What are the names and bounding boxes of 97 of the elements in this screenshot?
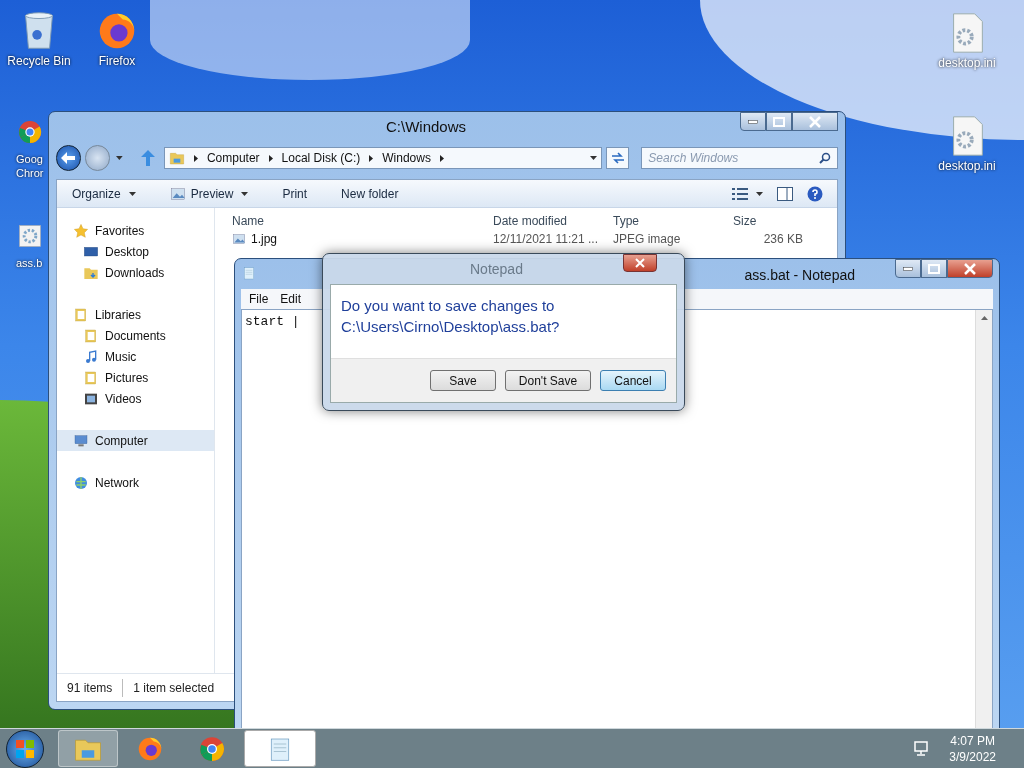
arrow-up-icon: [141, 150, 156, 166]
close-button[interactable]: [623, 254, 657, 272]
close-button[interactable]: [792, 112, 838, 131]
pane-icon: [777, 186, 793, 201]
dialog-title: Notepad: [470, 259, 523, 279]
arrow-left-icon: [61, 152, 76, 164]
folder-icon: [168, 150, 185, 166]
globe-icon: [73, 474, 89, 491]
caret-icon: [590, 156, 598, 160]
windows-logo-icon: [16, 739, 34, 758]
dialog-message: Do you want to save changes to C:\Users\Cirno\Desktop\ass.bat?: [340, 296, 561, 337]
list-view-icon: [732, 187, 748, 200]
sidebar-item[interactable]: Pictures: [57, 367, 214, 388]
desktop-icon-label[interactable]: Recycle Bin: [7, 54, 71, 68]
sidebar-item[interactable]: Downloads: [57, 262, 214, 283]
computer-icon: [73, 432, 89, 449]
column-header[interactable]: Size: [733, 212, 803, 230]
notepad-icon: [241, 265, 257, 281]
table-cell-text: JPEG image: [613, 231, 682, 248]
address-bar[interactable]: Computer Local Disk (C:) Windows: [163, 147, 603, 169]
chevron-right-icon: [193, 154, 198, 162]
chevron-right-icon: [369, 154, 374, 162]
sidebar-item[interactable]: Music: [57, 346, 214, 367]
maximize-icon: [925, 261, 943, 276]
back-button[interactable]: [56, 145, 81, 171]
column-header[interactable]: Date modified: [493, 212, 613, 230]
table-cell-text: 1.jpg: [251, 231, 278, 248]
sidebar-item[interactable]: Documents: [57, 325, 214, 346]
table-cell-text: 12/11/2021 11:21 ...: [493, 231, 599, 248]
breadcrumb-item[interactable]: Computer: [206, 149, 260, 167]
maximize-icon: [770, 114, 788, 129]
caret-icon: [756, 191, 763, 196]
dialog-button[interactable]: Cancel: [600, 370, 666, 391]
chrome-icon: [16, 118, 44, 146]
minimize-button[interactable]: [740, 112, 766, 131]
breadcrumb-item[interactable]: Windows: [382, 149, 431, 167]
sidebar-item[interactable]: Favorites: [57, 220, 214, 241]
table-cell-text: 236 KB: [762, 231, 803, 248]
library-icon: [73, 306, 89, 323]
library-icon: [83, 327, 99, 344]
search-icon: [819, 152, 831, 164]
search-field[interactable]: Search Windows: [648, 149, 819, 167]
close-icon: [635, 258, 645, 268]
toolbar-button[interactable]: Organize: [67, 182, 141, 205]
minimize-button[interactable]: [895, 259, 921, 278]
search-field[interactable]: Search Windows: [641, 147, 838, 169]
music-note-icon: [83, 348, 99, 365]
column-header[interactable]: Name: [232, 212, 493, 230]
scrollbar[interactable]: [975, 310, 992, 728]
status-text: 1 item selected: [133, 679, 215, 697]
star-icon: [73, 222, 89, 239]
toolbar-button[interactable]: Print: [277, 182, 313, 205]
gear-file-icon: [16, 222, 44, 250]
minimize-icon: [748, 119, 758, 124]
refresh-button[interactable]: [606, 147, 630, 169]
start-button[interactable]: [6, 729, 44, 768]
dialog-button[interactable]: Don't Save: [505, 370, 591, 391]
desktop-icon-label[interactable]: ass.b: [16, 256, 46, 270]
chevron-right-icon: [439, 154, 444, 162]
clock-time[interactable]: 4:07 PM: [950, 732, 995, 749]
preview-pane-button[interactable]: [777, 186, 793, 201]
chevron-right-icon: [268, 154, 273, 162]
maximize-button[interactable]: [766, 112, 792, 131]
desktop-icon-label[interactable]: Firefox: [98, 54, 136, 68]
sidebar-item[interactable]: Desktop: [57, 241, 214, 262]
help-button[interactable]: [807, 185, 823, 202]
picture-icon: [232, 232, 246, 246]
status-text: 91 items: [67, 679, 113, 697]
network-icon[interactable]: [913, 740, 930, 757]
dialog-button[interactable]: Save: [430, 370, 496, 391]
library-icon: [83, 369, 99, 386]
toolbar-button[interactable]: New folder: [336, 182, 404, 205]
breadcrumb-item[interactable]: Local Disk (C:): [281, 149, 361, 167]
toolbar-button[interactable]: Preview: [164, 182, 254, 205]
column-header[interactable]: Type: [613, 212, 733, 230]
close-icon: [806, 114, 824, 129]
maximize-button[interactable]: [921, 259, 947, 278]
menu-item[interactable]: File: [245, 290, 273, 308]
sidebar-item[interactable]: Libraries: [57, 304, 214, 325]
refresh-icon: [610, 152, 625, 164]
window-title: C:\Windows: [385, 116, 467, 137]
window-title: ass.bat - Notepad: [744, 266, 855, 285]
view-options-button[interactable]: [732, 187, 763, 200]
scroll-up-icon: [980, 316, 988, 320]
desktop-icon-label[interactable]: Goog Chror: [16, 152, 46, 180]
sidebar-item[interactable]: Computer: [57, 430, 214, 451]
close-button[interactable]: [947, 259, 993, 278]
desktop-icon-label[interactable]: desktop.ini: [938, 159, 996, 173]
close-icon: [961, 261, 979, 276]
sidebar-item[interactable]: Network: [57, 472, 214, 493]
clock-date[interactable]: 3/9/2022: [949, 748, 996, 765]
sidebar-item[interactable]: Videos: [57, 388, 214, 409]
minimize-icon: [903, 266, 913, 271]
picture-icon: [169, 185, 186, 202]
menu-item[interactable]: Edit: [276, 290, 306, 308]
help-icon: [807, 185, 823, 202]
caret-icon: [115, 156, 123, 160]
